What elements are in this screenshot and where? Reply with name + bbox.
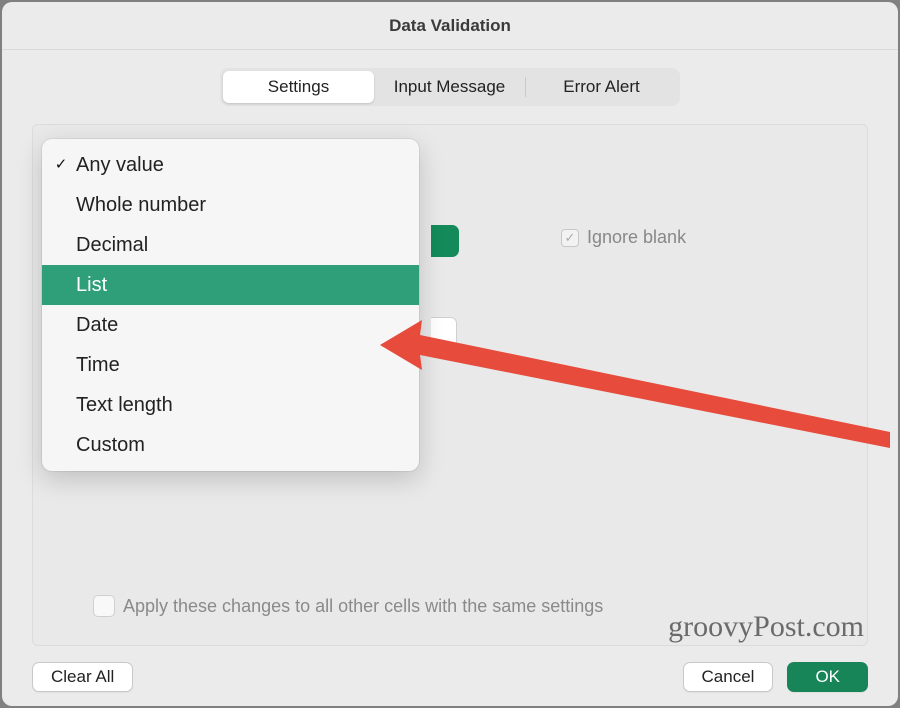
dropdown-item-label: Date [76, 310, 118, 340]
dropdown-item-any-value[interactable]: ✓ Any value [42, 145, 419, 185]
dialog-titlebar: Data Validation [2, 2, 898, 50]
dropdown-item-date[interactable]: Date [42, 305, 419, 345]
dropdown-item-whole-number[interactable]: Whole number [42, 185, 419, 225]
tab-input-message-label: Input Message [394, 77, 506, 96]
cancel-button[interactable]: Cancel [683, 662, 774, 692]
dialog-title: Data Validation [389, 16, 511, 36]
checkmark-icon: ✓ [52, 154, 70, 177]
dropdown-item-text-length[interactable]: Text length [42, 385, 419, 425]
clear-all-button-label: Clear All [51, 667, 114, 686]
ok-button-label: OK [815, 667, 840, 686]
dropdown-item-label: Time [76, 350, 120, 380]
dropdown-item-label: Text length [76, 390, 173, 420]
dropdown-item-label: List [76, 270, 107, 300]
allow-remnant-button [431, 225, 459, 257]
clear-all-button[interactable]: Clear All [32, 662, 133, 692]
dropdown-item-label: Any value [76, 150, 164, 180]
watermark-text: groovyPost.com [668, 610, 864, 644]
dropdown-item-custom[interactable]: Custom [42, 425, 419, 465]
apply-changes-option[interactable]: Apply these changes to all other cells w… [93, 595, 603, 617]
dialog-button-row: Clear All Cancel OK [32, 662, 868, 692]
dropdown-item-list[interactable]: List [42, 265, 419, 305]
apply-changes-checkbox[interactable] [93, 595, 115, 617]
tab-error-alert[interactable]: Error Alert [526, 71, 677, 103]
tab-settings-label: Settings [268, 77, 329, 96]
tab-settings[interactable]: Settings [223, 71, 374, 103]
dropdown-item-label: Custom [76, 430, 145, 460]
allow-dropdown-menu[interactable]: ✓ Any value Whole number Decimal List Da… [42, 139, 419, 471]
field-remnant-box [431, 317, 457, 349]
ignore-blank-option: ✓ Ignore blank [561, 227, 686, 248]
apply-changes-label: Apply these changes to all other cells w… [123, 596, 603, 617]
dropdown-item-time[interactable]: Time [42, 345, 419, 385]
tab-bar: Settings Input Message Error Alert [220, 68, 680, 106]
dropdown-item-label: Decimal [76, 230, 148, 260]
cancel-button-label: Cancel [702, 667, 755, 686]
dropdown-item-decimal[interactable]: Decimal [42, 225, 419, 265]
dropdown-item-label: Whole number [76, 190, 206, 220]
tab-input-message[interactable]: Input Message [374, 71, 525, 103]
ok-button[interactable]: OK [787, 662, 868, 692]
dialog-content: Settings Input Message Error Alert Valid… [2, 50, 898, 706]
tab-error-alert-label: Error Alert [563, 77, 640, 96]
ignore-blank-label: Ignore blank [587, 227, 686, 248]
dialog-window: Data Validation Settings Input Message E… [2, 2, 898, 706]
checkmark-icon: ✓ [561, 229, 579, 247]
